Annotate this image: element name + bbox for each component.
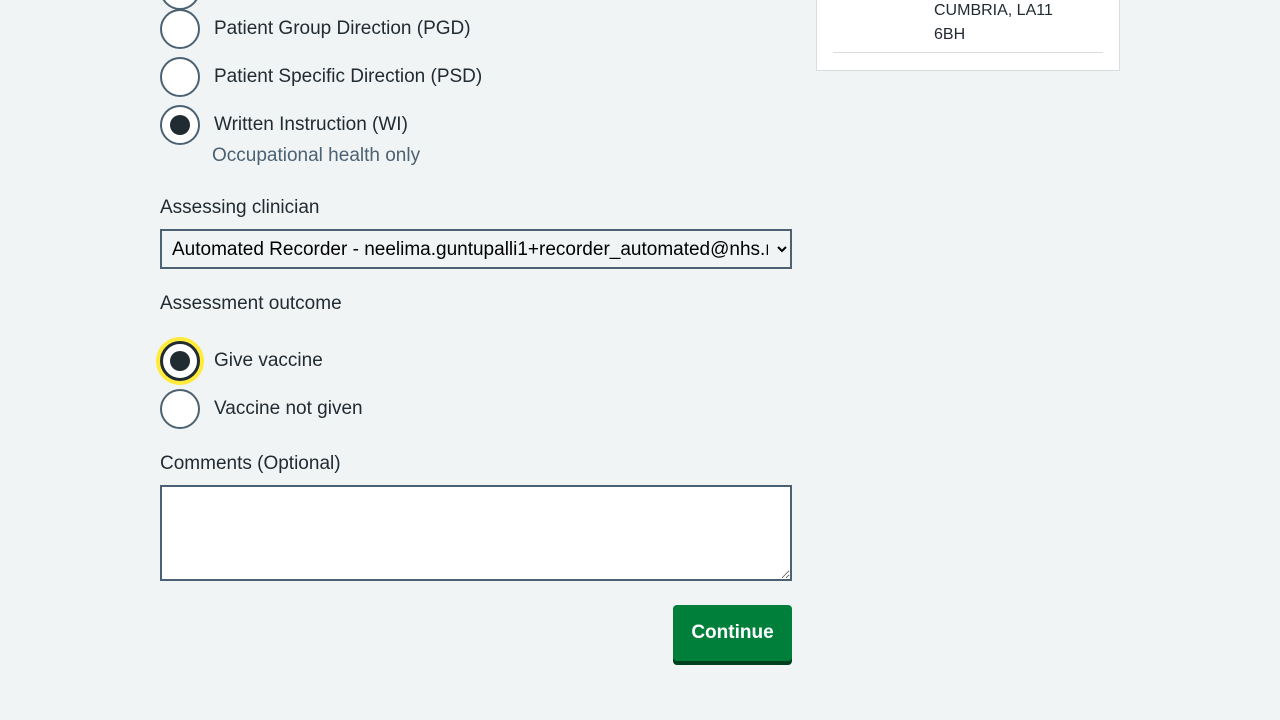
radio-label: Patient Specific Direction (PSD) <box>214 66 483 87</box>
clinician-select[interactable]: Automated Recorder - neelima.guntupalli1… <box>160 229 792 269</box>
radio-circle[interactable] <box>160 9 200 49</box>
radio-wi[interactable]: Written Instruction (WI) <box>160 105 408 145</box>
clinician-label: Assessing clinician <box>160 197 320 218</box>
comments-label: Comments (Optional) <box>160 453 341 474</box>
radio-vaccine-not-given[interactable]: Vaccine not given <box>160 389 363 429</box>
radio-circle[interactable] <box>160 389 200 429</box>
radio-label: Vaccine not given <box>214 398 363 419</box>
radio-hint: Occupational health only <box>212 145 421 166</box>
radio-circle[interactable] <box>160 57 200 97</box>
radio-circle[interactable] <box>160 341 200 381</box>
outcome-label: Assessment outcome <box>160 293 342 314</box>
radio-label: Patient Group Direction (PGD) <box>214 18 471 39</box>
continue-button[interactable]: Continue <box>673 605 792 661</box>
patient-address: CUMBRIA, LA11 6BH <box>934 0 1053 47</box>
radio-label: Written Instruction (WI) <box>214 114 408 135</box>
radio-psd[interactable]: Patient Specific Direction (PSD) <box>160 57 482 97</box>
radio-label: Give vaccine <box>214 350 323 371</box>
radio-circle[interactable] <box>160 105 200 145</box>
radio-give-vaccine[interactable]: Give vaccine <box>160 341 323 381</box>
address-line: CUMBRIA, LA11 <box>934 2 1053 19</box>
divider <box>833 52 1103 53</box>
postcode: 6BH <box>934 26 966 43</box>
comments-textarea[interactable] <box>160 485 792 581</box>
radio-pgd[interactable]: Patient Group Direction (PGD) <box>160 9 471 49</box>
patient-card: CUMBRIA, LA11 6BH <box>816 0 1120 71</box>
